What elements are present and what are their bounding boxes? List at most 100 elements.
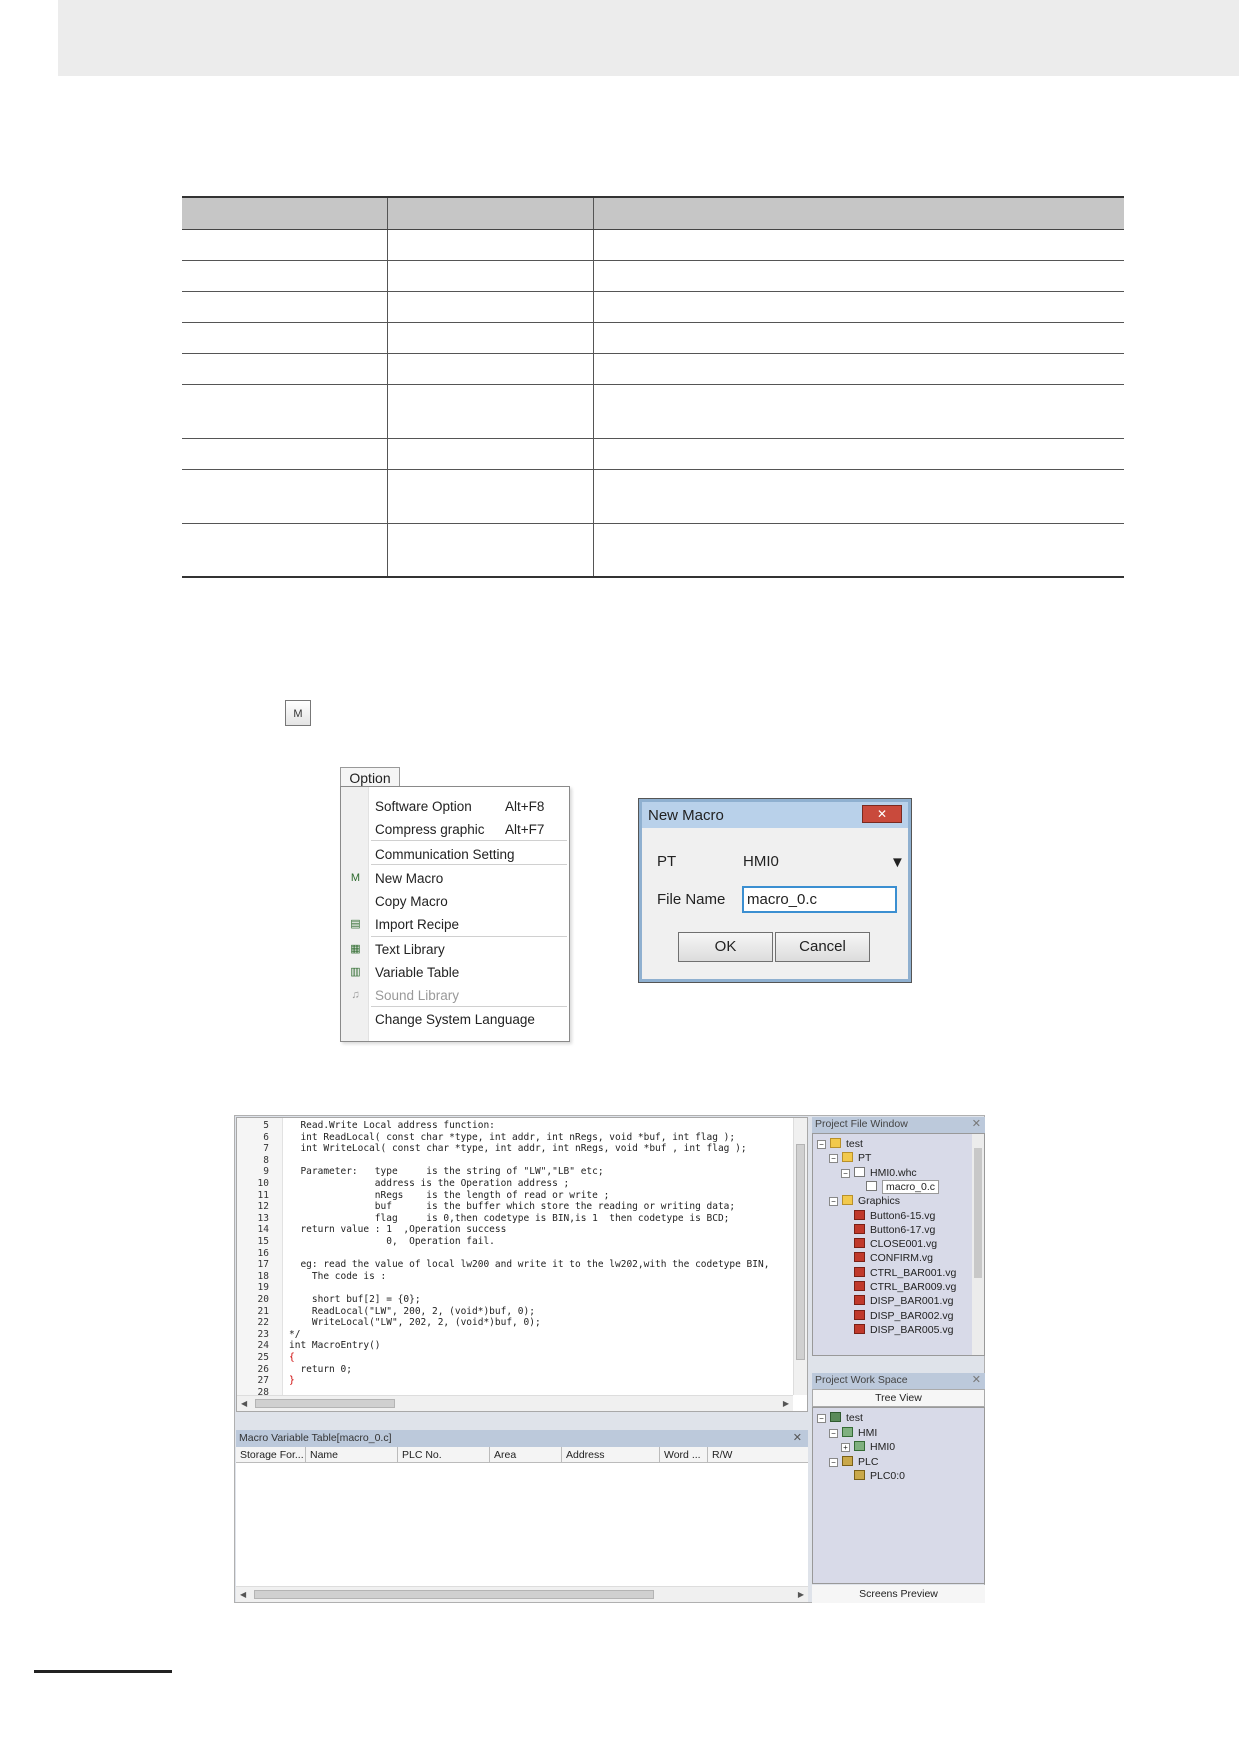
column-header-storage[interactable]: Storage For... xyxy=(236,1447,306,1463)
footer-rule xyxy=(34,1670,172,1673)
editor-horizontal-scrollbar[interactable]: ◀ ▶ xyxy=(237,1395,793,1411)
menu-item-software-option[interactable]: Software Option Alt+F8 xyxy=(341,795,569,819)
img-icon xyxy=(854,1281,865,1291)
tree-item[interactable]: CLOSE001.vg xyxy=(841,1238,937,1252)
tree-item[interactable]: CTRL_BAR009.vg xyxy=(841,1281,956,1295)
menu-item-label: Software Option xyxy=(375,799,472,814)
tree-item[interactable]: Button6-15.vg xyxy=(841,1209,936,1224)
line-number: 14 xyxy=(257,1224,269,1236)
menu-item-copy-macro[interactable]: Copy Macro xyxy=(341,890,569,914)
tree-item[interactable]: Button6-17.vg xyxy=(841,1223,935,1238)
tree-item[interactable]: DISP_BAR001.vg xyxy=(841,1295,953,1309)
line-number: 22 xyxy=(257,1317,269,1329)
tree-item[interactable]: macro_0.c xyxy=(853,1179,940,1195)
column-header-rw[interactable]: R/W xyxy=(708,1447,808,1463)
tab-tree-view[interactable]: Tree View xyxy=(812,1389,985,1407)
close-icon[interactable]: ✕ xyxy=(862,805,902,823)
tree-item[interactable]: DISP_BAR005.vg xyxy=(841,1323,953,1338)
code-editor[interactable]: 5 Read.Write Local address function: 6 in… xyxy=(236,1117,808,1412)
scrollbar-thumb[interactable] xyxy=(254,1590,654,1599)
tree-item[interactable]: − test xyxy=(817,1138,863,1152)
code-line: 20 short buf[2] = {0}; xyxy=(237,1294,793,1306)
tree-item-label: CONFIRM.vg xyxy=(870,1252,933,1265)
code-text: flag is 0,then codetype is BIN,is 1 then… xyxy=(289,1212,730,1224)
img-icon xyxy=(854,1266,865,1277)
tree-item[interactable]: − test xyxy=(817,1412,863,1426)
table-row xyxy=(182,322,1124,354)
expand-icon[interactable]: + xyxy=(841,1443,850,1452)
collapse-icon[interactable]: − xyxy=(817,1140,826,1149)
tree-item[interactable]: − Graphics xyxy=(829,1195,900,1209)
close-icon[interactable]: ✕ xyxy=(972,1117,981,1130)
chevron-down-icon[interactable]: ▼ xyxy=(890,854,905,871)
line-number: 6 xyxy=(263,1131,269,1143)
collapse-icon[interactable]: − xyxy=(829,1154,838,1164)
column-header-address[interactable]: Address xyxy=(562,1447,660,1463)
close-icon[interactable]: ✕ xyxy=(793,1431,802,1444)
code-line: 24 int MacroEntry() xyxy=(237,1340,793,1352)
project-file-scrollbar[interactable] xyxy=(972,1134,984,1355)
sound-library-icon: ♫ xyxy=(351,989,360,1001)
img-icon xyxy=(854,1223,865,1234)
tree-item[interactable]: CTRL_BAR001.vg xyxy=(841,1266,956,1281)
column-header-name[interactable]: Name xyxy=(306,1447,398,1463)
ok-button[interactable]: OK xyxy=(678,932,773,962)
pt-select[interactable]: HMI0 xyxy=(743,853,853,873)
dialog-title-bar: New Macro ✕ xyxy=(642,802,908,828)
tree-item[interactable]: − HMI0.whc xyxy=(841,1166,917,1181)
code-text: 0, Operation fail. xyxy=(289,1236,495,1247)
variable-table-horizontal-scrollbar[interactable]: ◀ ▶ xyxy=(236,1586,808,1602)
menu-item-label: Variable Table xyxy=(375,965,460,980)
close-icon[interactable]: ✕ xyxy=(972,1373,981,1386)
menu-item-new-macro[interactable]: M New Macro xyxy=(341,867,569,891)
img-icon xyxy=(854,1309,865,1320)
menu-item-sound-library[interactable]: ♫ Sound Library xyxy=(341,984,569,1008)
menu-item-shortcut: Alt+F7 xyxy=(505,822,545,837)
root-icon xyxy=(830,1412,841,1422)
hmi-icon xyxy=(842,1426,853,1437)
menu-item-compress-graphic[interactable]: Compress graphic Alt+F7 xyxy=(341,818,569,842)
editor-vertical-scrollbar[interactable] xyxy=(793,1118,807,1395)
scroll-right-icon[interactable]: ▶ xyxy=(783,1399,789,1408)
tree-item[interactable]: − HMI xyxy=(829,1426,877,1441)
scrollbar-thumb[interactable] xyxy=(796,1144,805,1360)
tree-item[interactable]: + HMI0 xyxy=(841,1441,895,1455)
new-macro-icon: M xyxy=(350,872,361,884)
collapse-icon[interactable]: − xyxy=(841,1168,850,1178)
tree-item-label: PLC0:0 xyxy=(870,1470,906,1482)
scrollbar-thumb[interactable] xyxy=(255,1399,395,1408)
code-line: 12 buf is the buffer which store the rea… xyxy=(237,1201,793,1213)
tree-item[interactable]: − PT xyxy=(829,1152,871,1166)
scroll-left-icon[interactable]: ◀ xyxy=(241,1399,247,1408)
column-header-word[interactable]: Word ... xyxy=(660,1447,708,1463)
line-number: 17 xyxy=(257,1259,269,1271)
menu-item-communication-setting[interactable]: Communication Setting xyxy=(341,843,569,867)
tree-item-label: Button6-15.vg xyxy=(870,1209,936,1222)
menu-item-variable-table[interactable]: ▥ Variable Table xyxy=(341,961,569,985)
reference-table xyxy=(182,196,1124,578)
tree-item[interactable]: PLC0:0 xyxy=(841,1470,905,1484)
new-macro-dialog: New Macro ✕ PT HMI0 ▼ File Name macro_0.… xyxy=(638,798,912,983)
collapse-icon[interactable]: − xyxy=(817,1414,826,1423)
scrollbar-thumb[interactable] xyxy=(974,1148,982,1278)
tree-item-label: DISP_BAR002.vg xyxy=(870,1309,954,1322)
option-menu-tab[interactable]: Option xyxy=(340,767,400,788)
tree-item[interactable]: CONFIRM.vg xyxy=(841,1252,933,1266)
column-header-plc-no[interactable]: PLC No. xyxy=(398,1447,490,1463)
file-name-input[interactable]: macro_0.c xyxy=(742,886,897,913)
scroll-right-icon[interactable]: ▶ xyxy=(798,1590,804,1599)
project-workspace-tree: − test − HMI + HMI0− PLC PLC0:0 xyxy=(812,1407,985,1584)
collapse-icon[interactable]: − xyxy=(829,1197,838,1207)
column-header-area[interactable]: Area xyxy=(490,1447,562,1463)
tree-item[interactable]: DISP_BAR002.vg xyxy=(841,1309,954,1324)
line-number: 12 xyxy=(257,1201,269,1213)
menu-item-change-system-language[interactable]: Change System Language xyxy=(341,1008,569,1032)
scroll-left-icon[interactable]: ◀ xyxy=(240,1590,246,1599)
collapse-icon[interactable]: − xyxy=(829,1428,838,1438)
menu-item-import-recipe[interactable]: ▤ Import Recipe xyxy=(341,913,569,937)
menu-item-text-library[interactable]: ▦ Text Library xyxy=(341,938,569,962)
collapse-icon[interactable]: − xyxy=(829,1457,838,1467)
cancel-button[interactable]: Cancel xyxy=(775,932,870,962)
tree-item[interactable]: − PLC xyxy=(829,1455,878,1470)
tab-screens-preview[interactable]: Screens Preview xyxy=(812,1585,985,1603)
